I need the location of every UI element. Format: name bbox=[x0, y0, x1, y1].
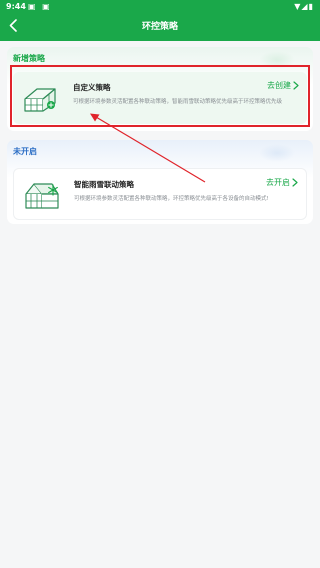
greenhouse-icon bbox=[24, 88, 56, 112]
notification-icons: ▣ ▣ bbox=[28, 2, 52, 11]
section-title-new: 新增策略 bbox=[13, 54, 45, 63]
status-bar: 9:44 ▣ ▣ ▼◢▮ bbox=[0, 0, 320, 13]
section-not-enabled: 未开启 智能雨雪联动策略 可根据环境参数灵活配置各种联动策略，环控策略优先级高于… bbox=[7, 140, 313, 224]
chevron-right-icon bbox=[292, 178, 298, 187]
section-decoration bbox=[259, 51, 295, 69]
enable-strategy-button[interactable]: 去开启 bbox=[266, 177, 298, 188]
card-title: 自定义策略 bbox=[73, 83, 111, 92]
page-title: 环控策略 bbox=[141, 22, 178, 32]
greenhouse-snow-icon bbox=[25, 183, 59, 209]
status-time: 9:44 bbox=[6, 2, 26, 11]
card-description: 可根据环境参数灵活配置各种联动策略，环控策略优先级高于各设备的自动模式! bbox=[74, 196, 269, 202]
create-strategy-label: 去创建 bbox=[267, 81, 291, 90]
section-decoration bbox=[259, 144, 295, 162]
chevron-right-icon bbox=[293, 81, 299, 90]
signal-battery-icons: ▼◢▮ bbox=[294, 2, 314, 11]
create-strategy-button[interactable]: 去创建 bbox=[267, 80, 299, 91]
custom-strategy-card[interactable]: 自定义策略 可根据环境参数灵活配置各种联动策略，智能雨雪联动策略优先级高于环控策… bbox=[13, 72, 307, 124]
app-header: 9:44 ▣ ▣ ▼◢▮ 环控策略 bbox=[0, 0, 320, 41]
section-title-not-enabled: 未开启 bbox=[13, 147, 37, 156]
card-title: 智能雨雪联动策略 bbox=[74, 180, 134, 189]
card-description: 可根据环境参数灵活配置各种联动策略，智能雨雪联动策略优先级高于环控策略优先级 bbox=[73, 99, 283, 105]
nav-bar: 环控策略 bbox=[0, 13, 320, 41]
rain-snow-strategy-card[interactable]: 智能雨雪联动策略 可根据环境参数灵活配置各种联动策略，环控策略优先级高于各设备的… bbox=[13, 168, 307, 220]
section-new-strategy: 新增策略 自定义策略 可根据环境参数灵活配置各种联动策略，智能雨雪联动策略优先级… bbox=[7, 47, 313, 131]
enable-strategy-label: 去开启 bbox=[266, 178, 290, 187]
